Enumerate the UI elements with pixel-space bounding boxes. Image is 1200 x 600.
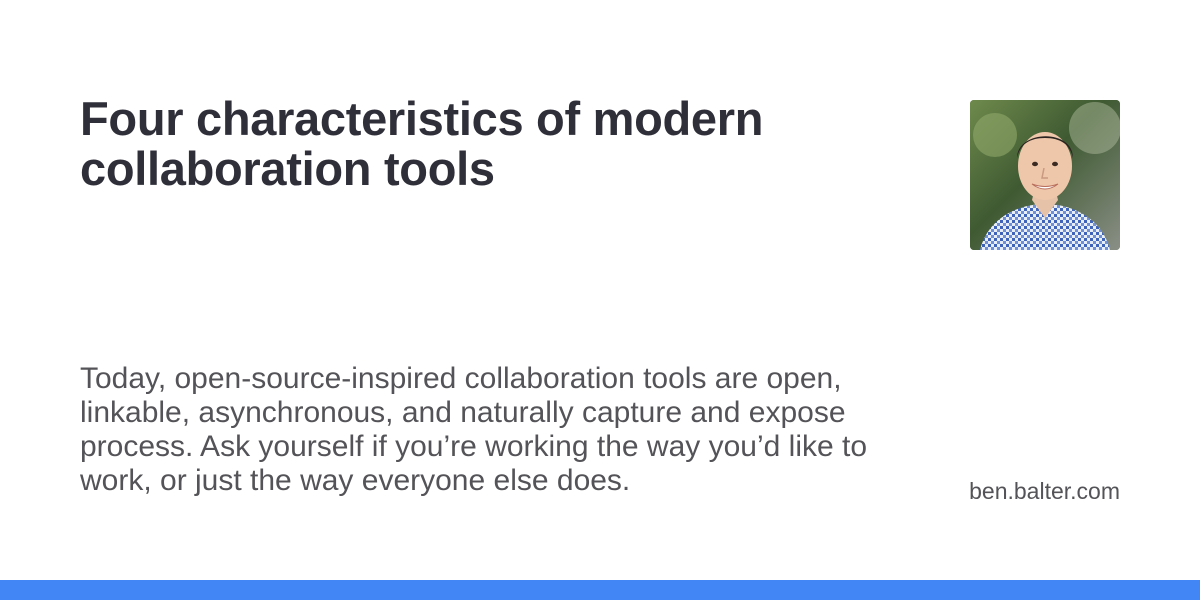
site-domain: ben.balter.com: [969, 478, 1120, 504]
accent-bar: [0, 580, 1200, 600]
author-avatar: [970, 100, 1120, 250]
social-card: Four characteristics of modern collabora…: [0, 0, 1200, 600]
author-photo-icon: [970, 100, 1120, 250]
post-title: Four characteristics of modern collabora…: [80, 92, 764, 195]
post-description: Today, open-source-inspired collaboratio…: [80, 362, 868, 497]
